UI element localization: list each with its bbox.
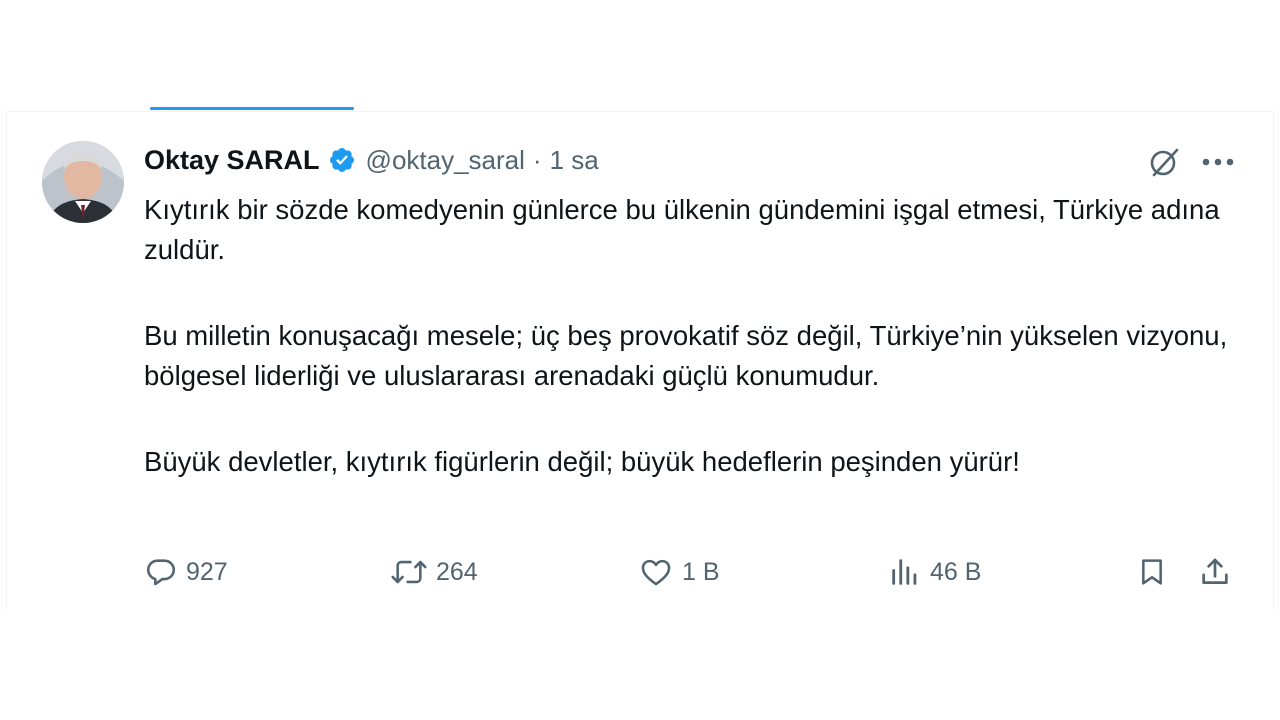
share-button[interactable] [1198,550,1232,594]
reply-icon [144,555,178,589]
repost-count: 264 [436,557,478,586]
views-count: 46 B [930,557,982,586]
more-icon[interactable] [1198,142,1238,182]
tweet-paragraph-3: Büyük devletler, kıytırık figürlerin değ… [144,446,1020,477]
reply-button[interactable]: 927 [144,550,228,594]
bookmark-icon [1136,555,1168,589]
repost-button[interactable]: 264 [390,550,478,594]
author-name[interactable]: Oktay SARAL [144,145,320,176]
like-count: 1 B [682,557,720,586]
verified-badge-icon [328,146,356,174]
reply-count: 927 [186,557,228,586]
avatar[interactable] [42,141,124,223]
tweet-text: Kıytırık bir sözde komedyenin günlerce b… [144,190,1244,482]
tweet-paragraph-2: Bu milletin konuşacağı mesele; üç beş pr… [144,320,1228,391]
bookmark-button[interactable] [1136,550,1168,594]
tweet-time[interactable]: 1 sa [550,145,599,176]
separator-dot: · [532,144,542,175]
views-icon [888,555,922,589]
repost-icon [390,555,428,589]
tweet-actions: 927 264 1 B 46 B [140,550,1250,594]
tab-active-indicator [150,107,354,110]
grok-icon[interactable] [1144,142,1184,182]
tweet-header: Oktay SARAL @oktay_saral · 1 sa [144,140,599,180]
author-handle[interactable]: @oktay_saral [366,145,525,176]
like-button[interactable]: 1 B [638,550,720,594]
like-icon [638,555,674,589]
views-button[interactable]: 46 B [888,550,981,594]
share-icon [1198,555,1232,589]
tweet-paragraph-1: Kıytırık bir sözde komedyenin günlerce b… [144,194,1220,265]
